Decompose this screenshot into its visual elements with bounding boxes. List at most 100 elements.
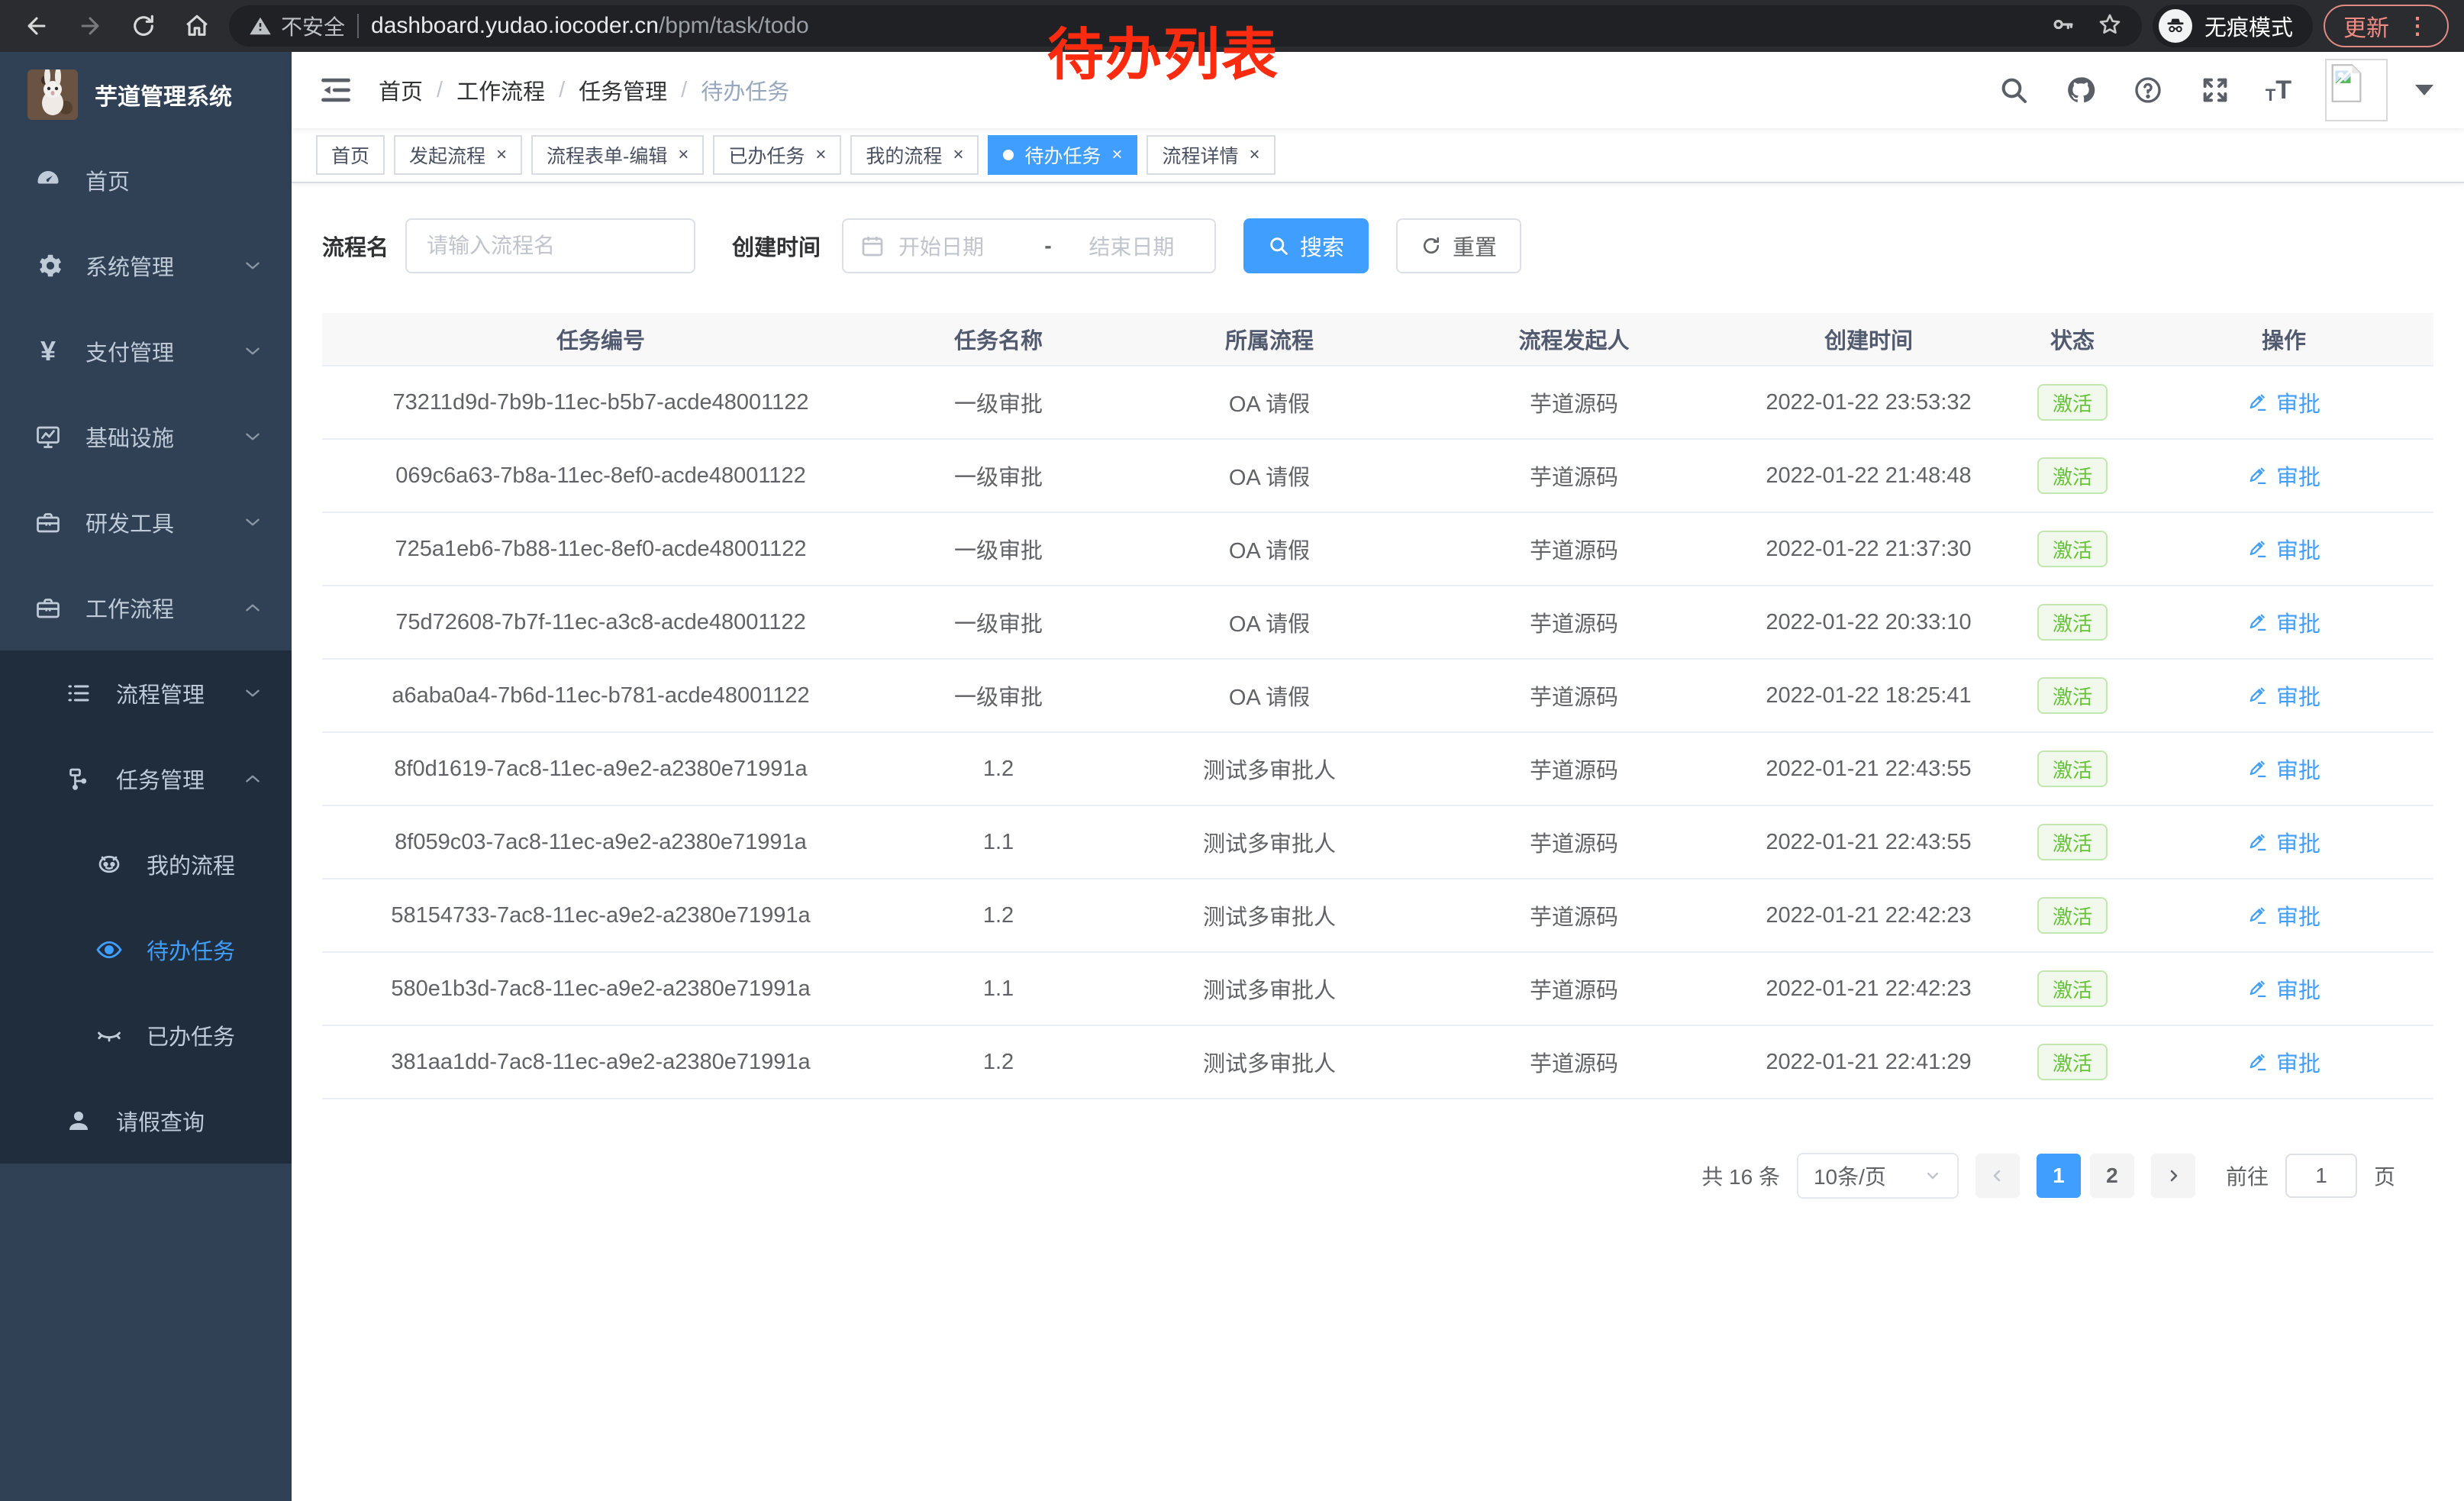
create-time-cell: 2022-01-21 22:43:55 (1727, 830, 2011, 855)
sidebar-item-task-mgmt[interactable]: 任务管理 (0, 736, 292, 822)
home-icon[interactable] (176, 5, 218, 47)
tab-流程详情[interactable]: 流程详情× (1147, 135, 1275, 175)
sidebar-item-done-task[interactable]: 已办任务 (0, 993, 292, 1078)
goto-page-input[interactable] (2285, 1154, 2357, 1198)
next-page-button[interactable] (2151, 1154, 2195, 1198)
approve-link[interactable]: 审批 (2247, 460, 2320, 492)
reset-button[interactable]: 重置 (1396, 218, 1521, 273)
process-name-input[interactable] (405, 218, 695, 273)
fullscreen-icon[interactable] (2198, 73, 2232, 107)
approve-link[interactable]: 审批 (2247, 679, 2320, 712)
sidebar-collapse-icon[interactable] (319, 73, 353, 107)
update-button[interactable]: 更新 ⋮ (2324, 5, 2449, 47)
edit-icon (2247, 612, 2269, 633)
forward-icon[interactable] (69, 5, 111, 47)
task-name-cell: 1.2 (879, 903, 1118, 928)
table-header-cell: 所属流程 (1118, 323, 1421, 355)
table-row: 75d72608-7b7f-11ec-a3c8-acde48001122一级审批… (322, 586, 2433, 660)
avatar[interactable] (2325, 59, 2388, 121)
reload-icon[interactable] (122, 5, 165, 47)
tab-close-icon[interactable]: × (1111, 146, 1122, 164)
approve-link[interactable]: 审批 (2247, 826, 2320, 858)
breadcrumb-item[interactable]: 任务管理 (579, 74, 667, 106)
yen-icon: ¥ (34, 337, 63, 366)
page-button-2[interactable]: 2 (2090, 1154, 2134, 1198)
tab-label: 我的流程 (866, 141, 942, 169)
user-icon (64, 1106, 93, 1135)
create-time-cell: 2022-01-22 18:25:41 (1727, 683, 2011, 709)
navbar: 首页/工作流程/任务管理/待办任务 TT (292, 52, 2464, 128)
approve-link[interactable]: 审批 (2247, 533, 2320, 565)
action-cell: 审批 (2134, 533, 2433, 566)
url-text: dashboard.yudao.iocoder.cn/bpm/task/todo (371, 13, 809, 39)
breadcrumb-item[interactable]: 首页 (379, 74, 423, 106)
approve-link[interactable]: 审批 (2247, 899, 2320, 931)
tab-流程表单-编辑[interactable]: 流程表单-编辑× (531, 135, 704, 175)
status-cell: 激活 (2011, 384, 2134, 421)
status-cell: 激活 (2011, 457, 2134, 494)
avatar-caret-icon[interactable] (2415, 85, 2433, 95)
password-key-icon[interactable] (2050, 12, 2075, 40)
list-tree-icon (64, 679, 93, 708)
starter-cell: 芋道源码 (1421, 606, 1727, 638)
monitor-icon (34, 422, 63, 451)
sidebar-item-my-process[interactable]: 我的流程 (0, 822, 292, 907)
font-size-icon[interactable]: TT (2266, 76, 2291, 105)
breadcrumb-separator: / (681, 78, 687, 103)
approve-link[interactable]: 审批 (2247, 606, 2320, 638)
status-cell: 激活 (2011, 824, 2134, 860)
app-title: 芋道管理系统 (95, 78, 232, 111)
tab-close-icon[interactable]: × (815, 146, 826, 164)
sidebar-item-devtools[interactable]: 研发工具 (0, 479, 292, 565)
sidebar-item-label: 请假查询 (116, 1105, 205, 1137)
tab-close-icon[interactable]: × (496, 146, 507, 164)
process-cell: OA 请假 (1118, 679, 1421, 712)
breadcrumb-item[interactable]: 工作流程 (456, 74, 545, 106)
date-range-picker[interactable]: 开始日期 - 结束日期 (842, 218, 1216, 273)
edit-icon (2247, 1051, 2269, 1073)
action-cell: 审批 (2134, 386, 2433, 419)
tab-发起流程[interactable]: 发起流程× (394, 135, 522, 175)
prev-page-button[interactable] (1975, 1154, 2020, 1198)
sidebar-item-leave-query[interactable]: 请假查询 (0, 1078, 292, 1164)
sidebar-item-home[interactable]: 首页 (0, 137, 292, 223)
tab-首页[interactable]: 首页 (316, 135, 385, 175)
approve-link[interactable]: 审批 (2247, 753, 2320, 785)
create-time-cell: 2022-01-22 21:37:30 (1727, 537, 2011, 562)
search-icon[interactable] (1997, 73, 2030, 107)
starter-cell: 芋道源码 (1421, 1046, 1727, 1078)
sidebar-item-payment[interactable]: ¥支付管理 (0, 308, 292, 394)
tab-我的流程[interactable]: 我的流程 × (850, 135, 979, 175)
sidebar-item-workflow[interactable]: 工作流程 (0, 565, 292, 650)
sidebar-item-infra[interactable]: 基础设施 (0, 394, 292, 479)
table-row: 8f0d1619-7ac8-11ec-a9e2-a2380e71991a1.2测… (322, 733, 2433, 806)
task-id-cell: a6aba0a4-7b6d-11ec-b781-acde48001122 (322, 683, 879, 709)
create-time-cell: 2022-01-22 20:33:10 (1727, 610, 2011, 635)
tab-close-icon[interactable]: × (678, 146, 689, 164)
chevron-down-icon (243, 427, 263, 447)
logo-row[interactable]: 芋道管理系统 (0, 52, 292, 137)
bookmark-star-icon[interactable] (2098, 12, 2122, 40)
table-row: 381aa1dd-7ac8-11ec-a9e2-a2380e71991a1.2测… (322, 1026, 2433, 1099)
insecure-warning[interactable]: 不安全 (249, 11, 345, 41)
back-icon[interactable] (15, 5, 58, 47)
tab-待办任务[interactable]: 待办任务× (988, 135, 1137, 175)
sidebar-item-system[interactable]: 系统管理 (0, 223, 292, 308)
approve-link[interactable]: 审批 (2247, 973, 2320, 1005)
tab-close-icon[interactable]: × (953, 146, 963, 164)
search-button[interactable]: 搜索 (1243, 218, 1369, 273)
help-icon[interactable] (2131, 73, 2165, 107)
approve-link[interactable]: 审批 (2247, 386, 2320, 418)
github-icon[interactable] (2064, 73, 2098, 107)
status-cell: 激活 (2011, 531, 2134, 567)
page-button-1[interactable]: 1 (2037, 1154, 2081, 1198)
sidebar-item-todo-task[interactable]: 待办任务 (0, 907, 292, 993)
tab-close-icon[interactable]: × (1250, 146, 1260, 164)
approve-link[interactable]: 审批 (2247, 1046, 2320, 1078)
sidebar-item-label: 任务管理 (116, 763, 205, 795)
browser-menu-icon[interactable]: ⋮ (2406, 13, 2429, 40)
sidebar-item-process-mgmt[interactable]: 流程管理 (0, 650, 292, 736)
tab-已办任务[interactable]: 已办任务× (713, 135, 841, 175)
page-size-select[interactable]: 10条/页 (1797, 1153, 1959, 1199)
annotation-text: 待办列表 (1047, 9, 1279, 91)
